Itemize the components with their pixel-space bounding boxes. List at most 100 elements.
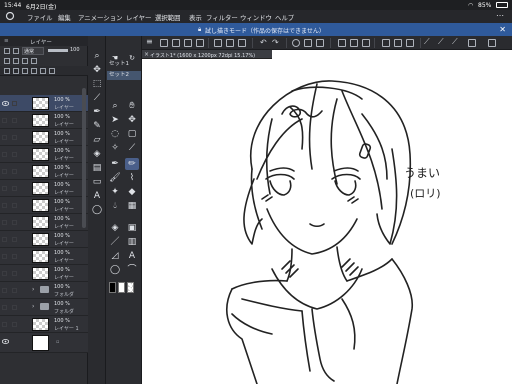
figure-tool-icon[interactable]: ▣ xyxy=(125,222,139,234)
fill-tool-icon[interactable]: ◈ xyxy=(90,148,104,160)
airbrush-tool-icon[interactable]: ⌇ xyxy=(125,172,139,184)
menu-help[interactable]: ヘルプ xyxy=(275,13,294,22)
ruler-snap-icon[interactable] xyxy=(382,39,390,47)
menu-layer[interactable]: レイヤー xyxy=(126,13,151,22)
special-ruler-snap-icon[interactable] xyxy=(394,39,402,47)
fill-tool-icon[interactable]: ◈ xyxy=(108,222,122,234)
layer-color-icon[interactable] xyxy=(4,48,10,54)
mask-add-icon[interactable] xyxy=(40,68,46,74)
lock-toggle[interactable] xyxy=(12,152,17,157)
lock-toggle[interactable] xyxy=(12,288,17,293)
layer-item[interactable]: 100 % レイヤー xyxy=(0,146,88,163)
lock-toggle[interactable] xyxy=(12,101,17,106)
opacity-slider[interactable] xyxy=(48,49,68,52)
new-layer-icon[interactable] xyxy=(4,68,10,74)
layer-item[interactable]: 100 % レイヤー xyxy=(0,231,88,248)
eyedropper-tool-icon[interactable]: ⟋ xyxy=(90,92,104,104)
paste-icon[interactable] xyxy=(226,39,234,47)
ruler-tool-icon[interactable]: ／ xyxy=(108,236,122,248)
menu-filter[interactable]: フィルター xyxy=(206,13,238,22)
text-tool-icon[interactable]: A xyxy=(125,250,139,262)
panel-menu-icon[interactable]: ≡ xyxy=(4,38,9,44)
redo-icon[interactable]: ↷ xyxy=(272,38,279,47)
eraser-tool-icon[interactable]: ▱ xyxy=(90,134,104,146)
save-icon[interactable] xyxy=(184,39,192,47)
close-icon[interactable]: ✕ xyxy=(499,25,506,34)
folder-item[interactable]: › 100 % フォルダ xyxy=(0,282,88,299)
pencil-tool-icon[interactable]: ✏ xyxy=(125,158,139,170)
gradient-tool-icon[interactable]: ▤ xyxy=(90,162,104,174)
zoom-tool-icon[interactable]: ⌕ xyxy=(108,100,122,112)
lock-toggle[interactable] xyxy=(12,322,17,327)
layer-item[interactable]: 100 % レイヤー xyxy=(0,129,88,146)
export-icon[interactable] xyxy=(196,39,204,47)
mask-icon[interactable] xyxy=(13,48,19,54)
layer-item[interactable]: 100 % レイヤー xyxy=(0,197,88,214)
lock-transparent-icon[interactable] xyxy=(22,58,28,64)
brush-tool-icon[interactable]: 🖌︎ xyxy=(108,172,122,184)
expand-selection-icon[interactable] xyxy=(362,39,370,47)
lock-layer-icon[interactable] xyxy=(31,58,37,64)
layer-item[interactable]: 100 % レイヤー xyxy=(0,180,88,197)
layer-item[interactable]: 100 % レイヤー xyxy=(0,265,88,282)
settings-icon[interactable] xyxy=(488,39,496,47)
layer-item[interactable]: 100 % レイヤー xyxy=(0,163,88,180)
app-logo-icon[interactable] xyxy=(5,12,15,21)
brush-tool-icon[interactable]: ✎ xyxy=(90,120,104,132)
transform-icon[interactable] xyxy=(316,39,324,47)
lasso-tool-icon[interactable]: ◌ xyxy=(108,128,122,140)
eye-icon[interactable] xyxy=(2,101,9,106)
layer-item[interactable]: 100 % レイヤー xyxy=(0,214,88,231)
visibility-toggle[interactable] xyxy=(2,322,7,327)
lock-toggle[interactable] xyxy=(12,305,17,310)
subtool-set-2[interactable]: セット2 xyxy=(107,71,141,80)
menu-edit[interactable]: 編集 xyxy=(58,13,71,22)
lock-toggle[interactable] xyxy=(12,271,17,276)
blend-tool-icon[interactable]: 💧︎ xyxy=(108,200,122,212)
eraser-tool-icon[interactable]: ◆ xyxy=(125,186,139,198)
reference-icon[interactable] xyxy=(13,58,19,64)
zoom-tool-icon[interactable]: ⌕ xyxy=(90,50,104,62)
open-icon[interactable] xyxy=(172,39,180,47)
sub-color-swatch[interactable] xyxy=(118,282,125,293)
grid-snap-icon[interactable] xyxy=(406,39,414,47)
pen-tool-icon[interactable]: ✒ xyxy=(108,158,122,170)
lock-toggle[interactable] xyxy=(12,169,17,174)
balloon-tool-icon[interactable]: ◯ xyxy=(108,264,122,276)
pen-tool-icon[interactable]: ✒ xyxy=(90,106,104,118)
document-tab[interactable]: × イラスト1* (1600 x 1200px 72dpi 15.17%) xyxy=(142,50,272,59)
layer-scrollbar[interactable] xyxy=(82,88,86,228)
layer-item[interactable]: 100 % レイヤー xyxy=(0,112,88,129)
folder-item[interactable]: › 100 % フォルダ xyxy=(0,299,88,316)
device-icon[interactable] xyxy=(468,39,476,47)
operation-tool-icon[interactable]: ➤ xyxy=(108,114,122,126)
clipping-icon[interactable] xyxy=(4,58,10,64)
cut-icon[interactable] xyxy=(238,39,246,47)
visibility-toggle[interactable] xyxy=(2,169,7,174)
decoration-tool-icon[interactable]: ✦ xyxy=(108,186,122,198)
visibility-toggle[interactable] xyxy=(2,203,7,208)
visibility-toggle[interactable] xyxy=(2,288,7,293)
opacity-value[interactable]: 100 xyxy=(70,47,80,53)
delete-layer-icon[interactable] xyxy=(49,68,55,74)
eye-icon[interactable] xyxy=(2,339,9,344)
layer-item[interactable]: 100 % レイヤー ✎ xyxy=(0,95,88,112)
menu-icon[interactable]: ≡ xyxy=(146,37,153,46)
menu-file[interactable]: ファイル xyxy=(27,13,53,22)
new-icon[interactable] xyxy=(160,39,168,47)
visibility-toggle[interactable] xyxy=(2,220,7,225)
menu-view[interactable]: 表示 xyxy=(189,13,202,22)
deselect-icon[interactable] xyxy=(338,39,346,47)
text-tool-icon[interactable]: A xyxy=(90,190,104,202)
line-tool-icon[interactable]: ◿ xyxy=(108,250,122,262)
subtool-set-1[interactable]: セット1 xyxy=(107,60,141,69)
lock-toggle[interactable] xyxy=(12,135,17,140)
lock-toggle[interactable] xyxy=(12,237,17,242)
balloon-tool-icon[interactable]: ◯ xyxy=(90,204,104,216)
stroke-icon-3[interactable]: ⟋ xyxy=(452,37,458,47)
stroke-icon-1[interactable]: ⟋ xyxy=(424,37,430,47)
expand-arrow-icon[interactable]: › xyxy=(32,303,34,310)
eyedropper-tool-icon[interactable]: ⟋ xyxy=(125,142,139,154)
menu-selection[interactable]: 選択範囲 xyxy=(155,13,181,22)
visibility-toggle[interactable] xyxy=(2,118,7,123)
